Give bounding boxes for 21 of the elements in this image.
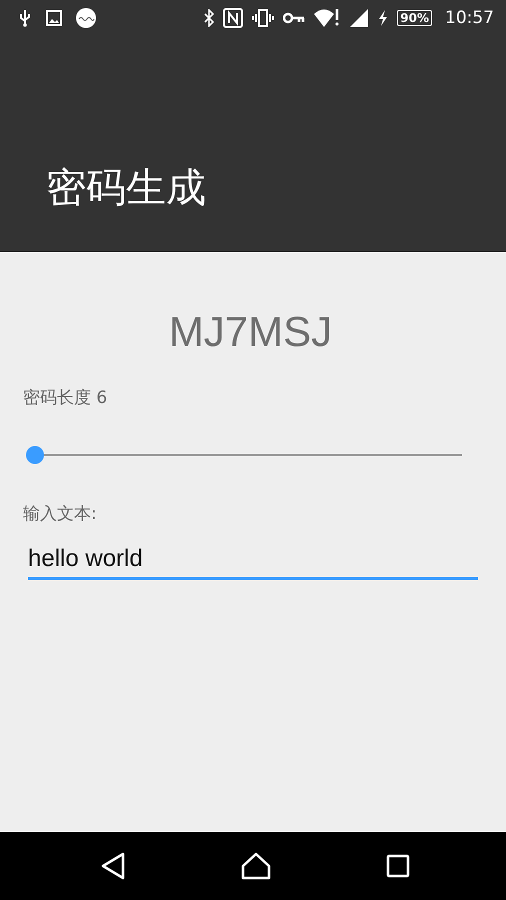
- wave-circle-icon: [76, 8, 96, 28]
- vibrate-icon: [252, 9, 274, 27]
- charging-icon: [378, 9, 388, 27]
- generated-password: MJ7MSJ: [168, 308, 332, 356]
- back-icon[interactable]: [100, 852, 126, 880]
- signal-icon: [349, 8, 370, 28]
- home-icon[interactable]: [241, 852, 271, 880]
- app-title: 密码生成: [46, 164, 206, 213]
- length-label: 密码长度 6: [23, 387, 108, 409]
- key-icon: [283, 12, 306, 24]
- clock: 10:57: [445, 8, 494, 28]
- slider-thumb[interactable]: [26, 446, 44, 464]
- input-label: 输入文本:: [23, 503, 97, 525]
- wifi-icon: [314, 7, 340, 29]
- image-icon: [46, 10, 62, 26]
- recents-icon[interactable]: [386, 854, 410, 878]
- bluetooth-icon: [204, 9, 214, 27]
- usb-icon: [18, 9, 32, 27]
- text-input-field[interactable]: hello world: [28, 539, 478, 580]
- battery-level: 90%: [397, 10, 432, 26]
- nfc-icon: [223, 8, 244, 28]
